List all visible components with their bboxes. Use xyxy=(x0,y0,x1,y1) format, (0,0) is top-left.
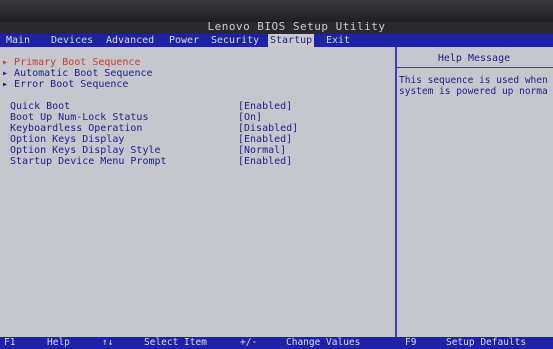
tab-devices[interactable]: Devices xyxy=(51,34,93,47)
submenu-primary-boot-sequence[interactable]: ▸ Primary Boot Sequence xyxy=(2,57,140,68)
submenu-automatic-boot-sequence[interactable]: ▸ Automatic Boot Sequence xyxy=(2,68,153,79)
setting-label-option-keys-style: Option Keys Display Style xyxy=(10,145,161,156)
setting-value-option-keys-display[interactable]: [Enabled] xyxy=(238,134,292,145)
key-f9: F9 xyxy=(405,337,417,348)
help-divider xyxy=(397,67,553,68)
submenu-error-boot-sequence[interactable]: ▸ Error Boot Sequence xyxy=(2,79,128,90)
tab-security[interactable]: Security xyxy=(211,34,259,47)
tab-power[interactable]: Power xyxy=(169,34,199,47)
setting-value-numlock[interactable]: [On] xyxy=(238,112,262,123)
tab-advanced[interactable]: Advanced xyxy=(106,34,154,47)
setting-value-keyboardless[interactable]: [Disabled] xyxy=(238,123,298,134)
setting-label-startup-device-prompt: Startup Device Menu Prompt xyxy=(10,156,167,167)
setting-label-keyboardless: Keyboardless Operation xyxy=(10,123,143,134)
key-change-values-label: Change Values xyxy=(286,337,361,348)
setting-label-option-keys-display: Option Keys Display xyxy=(10,134,125,145)
setting-value-startup-device-prompt[interactable]: [Enabled] xyxy=(238,156,292,167)
setting-value-option-keys-style[interactable]: [Normal] xyxy=(238,145,286,156)
key-arrows: ↑↓ xyxy=(102,337,114,348)
bios-title: Lenovo BIOS Setup Utility xyxy=(207,20,386,33)
tab-exit[interactable]: Exit xyxy=(326,34,350,47)
key-plusminus: +/- xyxy=(240,337,258,348)
key-select-item-label: Select Item xyxy=(144,337,207,348)
tab-main[interactable]: Main xyxy=(6,34,30,47)
tab-startup[interactable]: Startup xyxy=(268,34,315,47)
menu-bar: Main Devices Advanced Power Security Sta… xyxy=(0,34,553,47)
setting-label-quick-boot: Quick Boot xyxy=(10,101,71,112)
key-legend-bar: F1 Help ↑↓ Select Item +/- Change Values… xyxy=(0,337,553,349)
setting-label-numlock: Boot Up Num-Lock Status xyxy=(10,112,149,123)
key-f1: F1 xyxy=(4,337,16,348)
setting-value-quick-boot[interactable]: [Enabled] xyxy=(238,101,292,112)
key-setup-defaults-label: Setup Defaults xyxy=(446,337,527,348)
help-text: This sequence is used when system is pow… xyxy=(399,75,548,97)
photo-dark-bezel xyxy=(0,0,553,22)
help-title: Help Message xyxy=(437,53,511,64)
key-help-label: Help xyxy=(47,337,70,348)
